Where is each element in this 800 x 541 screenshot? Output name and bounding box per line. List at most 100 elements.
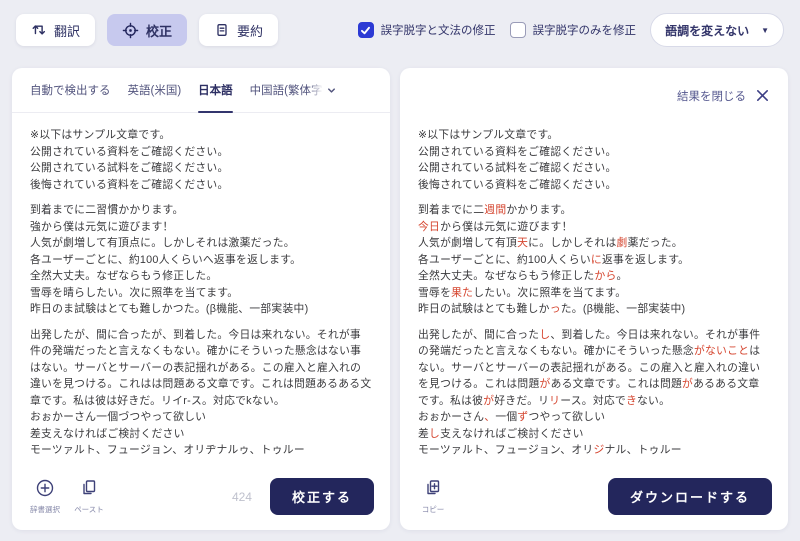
correction-text: っ: [550, 303, 561, 315]
plain-text: た。(β機能、一部実装中): [561, 303, 686, 315]
close-results-label[interactable]: 結果を閉じる: [677, 88, 746, 104]
correction-options: 誤字脱字と文法の修正 誤字脱字のみを修正 語調を変えない ▼: [358, 13, 784, 47]
plain-text: 出発したが、間に合ったが、到着した。今日は来れない。それが事件の発端だったと言え…: [30, 329, 371, 407]
correction-text: が: [483, 395, 494, 407]
plain-text: 薬だった。: [628, 237, 683, 249]
paste-button[interactable]: ペースト: [72, 478, 106, 515]
option-typo-grammar[interactable]: 誤字脱字と文法の修正: [358, 22, 496, 38]
plain-text: 公開されている資料をご確認ください。: [30, 146, 229, 158]
plain-text: 公開されている試料をご確認ください。: [30, 162, 229, 174]
translate-swap-icon: [31, 22, 47, 38]
correction-text: がないこと: [694, 345, 749, 357]
plain-text: 各ユーザーごとに、約100人くらい: [418, 254, 591, 266]
correction-text: 、: [484, 411, 495, 423]
char-count: 424: [232, 490, 252, 504]
correction-text: し: [429, 428, 440, 440]
correction-text: が: [682, 378, 693, 390]
summary-mode-button[interactable]: 要約: [199, 14, 278, 46]
result-text: ※以下はサンプル文章です。公開されている資料をご確認ください。公開されている試料…: [400, 113, 788, 459]
plain-text: モーツァルト、フュージョン、オリヂナルゥ、トゥルー: [30, 444, 305, 456]
text-paragraph: ※以下はサンプル文章です。公開されている資料をご確認ください。公開されている試料…: [418, 127, 770, 193]
language-tabs: 自動で検出する 英語(米国) 日本語 中国語(繁体字: [12, 68, 390, 113]
paste-label: ペースト: [74, 504, 104, 515]
plain-text: 後悔されている資料をご確認ください。: [418, 179, 617, 191]
copy-button[interactable]: コピー: [416, 478, 450, 515]
plain-text: おぉかーさん一個づつやって欲しい: [30, 411, 206, 423]
source-text[interactable]: ※以下はサンプル文章です。公開されている資料をご確認ください。公開されている試料…: [12, 113, 390, 459]
result-panel: 結果を閉じる ※以下はサンプル文章です。公開されている資料をご確認ください。公開…: [400, 68, 788, 530]
tone-select-dropdown[interactable]: 語調を変えない ▼: [650, 13, 784, 47]
checkbox-checked-icon[interactable]: [358, 22, 374, 38]
plain-text: 差: [418, 428, 429, 440]
tab-auto-detect[interactable]: 自動で検出する: [30, 68, 111, 112]
correction-text: 果た: [451, 287, 473, 299]
text-paragraph: 到着までに二習慣かかります。強から僕は元気に遊びます！ 人気が劇増して有頂点に。し…: [30, 202, 372, 318]
text-paragraph: 出発したが、間に合ったし、到着した。今日は来れない。それが事件の発端だったと言え…: [418, 327, 770, 459]
plain-text: ※以下はサンプル文章です。: [30, 129, 170, 141]
plain-text: 昨日の試験はとても難しか: [418, 303, 550, 315]
plain-text: 雪辱を: [418, 287, 451, 299]
plain-text: ある文章です。これは問題: [551, 378, 682, 390]
checkbox-unchecked-icon[interactable]: [510, 22, 526, 38]
copy-icon: [423, 478, 443, 501]
tab-english-us[interactable]: 英語(米国): [128, 68, 182, 112]
proofread-submit-button[interactable]: 校正する: [270, 478, 374, 515]
result-footer: コピー ダウンロードする: [416, 478, 772, 515]
plain-text: 好きだ。リ: [494, 395, 549, 407]
translate-mode-button[interactable]: 翻訳: [16, 14, 95, 46]
text-paragraph: 到着までに二週間かかります。今日から僕は元気に遊びます！人気が劇増して有頂天に。…: [418, 202, 770, 318]
plain-text: ない。: [637, 395, 670, 407]
tab-chinese-traditional[interactable]: 中国語(繁体字: [250, 68, 337, 112]
tone-select-value: 語調を変えない: [665, 22, 749, 39]
dictionary-select-button[interactable]: 辞書選択: [28, 478, 62, 515]
text-paragraph: 出発したが、間に合ったが、到着した。今日は来れない。それが事件の発端だったと言え…: [30, 327, 372, 459]
plain-text: 全然大丈夫。なぜならもう修正した: [418, 270, 594, 282]
chevron-down-icon[interactable]: [326, 85, 337, 96]
plain-text: 一個: [495, 411, 517, 423]
plain-text: 雪辱を晴らしたい。次に照準を当てます。: [30, 287, 238, 299]
plain-text: ※以下はサンプル文章です。: [418, 129, 558, 141]
plain-text: おぉかーさん: [418, 411, 484, 423]
copy-label: コピー: [422, 504, 445, 515]
correction-text: し: [539, 329, 550, 341]
option-typo-only[interactable]: 誤字脱字のみを修正: [510, 22, 637, 38]
correction-text: ず: [517, 411, 528, 423]
plain-text: 昨日のま試験はとても難しかつた。(β機能、一部実装中): [30, 303, 308, 315]
proofread-mode-button[interactable]: 校正: [107, 14, 187, 46]
source-panel: 自動で検出する 英語(米国) 日本語 中国語(繁体字 ※以下はサンプル文章です。…: [12, 68, 390, 530]
summary-mode-label: 要約: [237, 21, 263, 40]
source-footer: 辞書選択 ペースト 424 校正する: [28, 478, 374, 515]
plain-text: 人気が劇増して有頂点に。しかしそれは激薬だった。: [30, 237, 295, 249]
plain-text: 出発したが、間に合った: [418, 329, 539, 341]
chevron-down-icon: ▼: [761, 26, 769, 35]
close-icon[interactable]: [755, 88, 770, 103]
option-typo-only-label: 誤字脱字のみを修正: [533, 22, 637, 38]
option-typo-grammar-label: 誤字脱字と文法の修正: [381, 22, 496, 38]
plain-text: から僕は元気に遊びます！: [440, 221, 573, 233]
correction-text: ジ: [593, 444, 604, 456]
correction-text: 今日: [418, 221, 440, 233]
download-button[interactable]: ダウンロードする: [608, 478, 772, 515]
translate-mode-label: 翻訳: [54, 21, 80, 40]
tab-english-us-label: 英語(米国): [128, 82, 182, 98]
dictionary-select-label: 辞書選択: [30, 504, 60, 515]
plain-text: 返事を返します。: [602, 254, 689, 266]
add-circle-icon: [35, 478, 55, 501]
plain-text: ース。対応で: [560, 395, 626, 407]
plain-text: つやって欲しい: [528, 411, 605, 423]
plain-text: 到着までに二習慣かかります。: [30, 204, 184, 216]
top-toolbar: 翻訳 校正 要約: [0, 0, 800, 60]
plain-text: モーツァルト、フュージョン、オリ: [418, 444, 593, 456]
tab-japanese[interactable]: 日本語: [198, 68, 233, 112]
proofread-target-icon: [122, 22, 139, 39]
text-paragraph: ※以下はサンプル文章です。公開されている資料をご確認ください。公開されている試料…: [30, 127, 372, 193]
result-footer-right: ダウンロードする: [608, 478, 772, 515]
plain-text: 到着までに二: [418, 204, 484, 216]
plain-text: ナル、トゥルー: [605, 444, 682, 456]
plain-text: 強から僕は元気に遊びます！: [30, 221, 174, 233]
paste-icon: [79, 478, 99, 501]
plain-text: 全然大丈夫。なぜならもう修正した。: [30, 270, 217, 282]
plain-text: 公開されている試料をご確認ください。: [418, 162, 617, 174]
source-footer-right: 424 校正する: [232, 478, 374, 515]
correction-text: き: [626, 395, 637, 407]
